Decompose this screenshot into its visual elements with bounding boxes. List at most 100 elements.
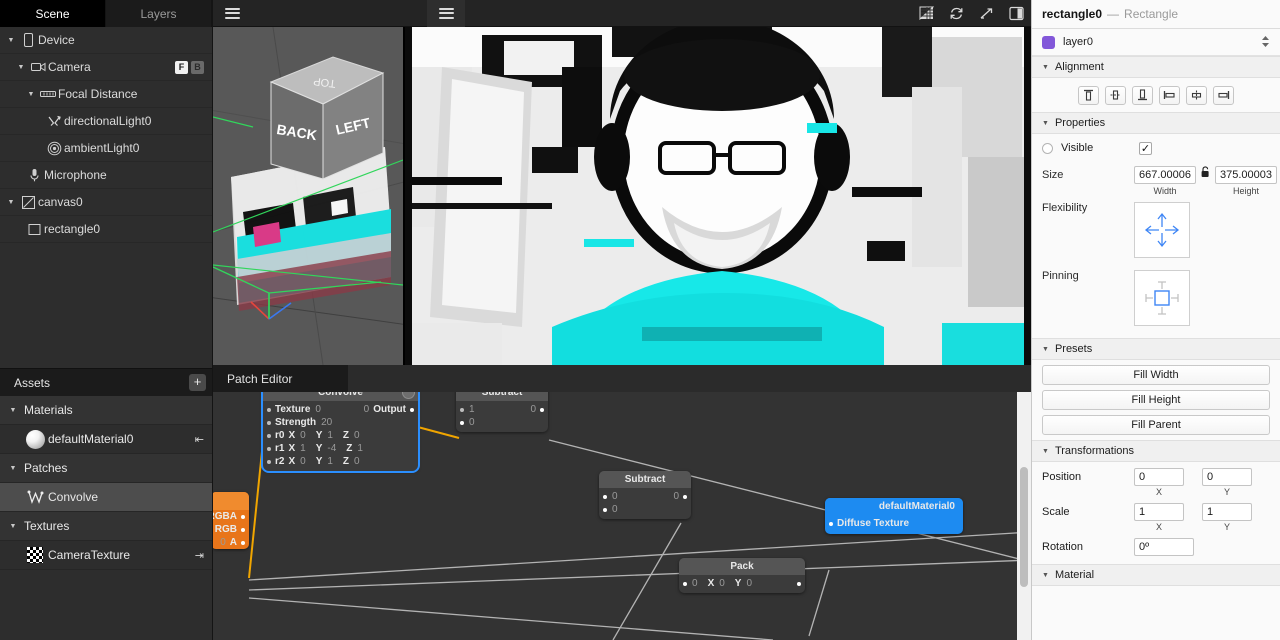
twisty-icon[interactable]: ▼ <box>14 64 28 71</box>
align-right-button[interactable] <box>1213 85 1234 105</box>
unlocked-icon[interactable] <box>1201 166 1210 184</box>
port-dot[interactable] <box>460 407 464 412</box>
twisty-icon[interactable]: ▼ <box>6 407 20 414</box>
pinning-widget[interactable] <box>1134 270 1190 326</box>
chevron-down-icon[interactable]: ▼ <box>1042 120 1049 127</box>
port-dot[interactable] <box>603 507 607 512</box>
node-row-xy[interactable]: 0 X 0 Y 0 <box>679 577 805 590</box>
node-input-diffuse-texture[interactable]: Diffuse Texture <box>825 517 963 530</box>
convolve-badge-icon[interactable] <box>402 392 415 399</box>
camera-back-badge[interactable]: B <box>191 60 204 74</box>
align-middle-vertical-button[interactable] <box>1105 85 1126 105</box>
texture-link-icon[interactable]: ⇥ <box>195 549 204 562</box>
width-field[interactable]: 667.00006 <box>1134 166 1196 184</box>
patch-node-camera-texture[interactable]: RGBA RGB 0 A <box>213 492 249 549</box>
output-port-dot[interactable] <box>683 494 687 499</box>
port-dot[interactable] <box>241 540 245 545</box>
port-dot[interactable] <box>829 521 833 526</box>
port-dot[interactable] <box>267 433 271 438</box>
node-input-2[interactable]: 0 <box>599 503 691 516</box>
asset-row-convolve[interactable]: Convolve <box>0 483 212 512</box>
camera-front-badge[interactable]: F <box>175 60 188 74</box>
port-dot[interactable] <box>267 459 271 464</box>
tree-row-camera[interactable]: ▼ Camera F B <box>0 54 212 81</box>
port-dot[interactable] <box>267 420 271 425</box>
twisty-icon[interactable]: ▼ <box>4 37 18 44</box>
node-input-2[interactable]: 0 <box>456 416 548 429</box>
send-to-device-icon[interactable] <box>971 0 1001 27</box>
node-input-r2[interactable]: r2 X 0 Y 1 Z 0 <box>263 455 418 468</box>
port-dot[interactable] <box>241 514 245 519</box>
output-port-dot[interactable] <box>540 407 544 412</box>
port-dot[interactable] <box>683 581 687 586</box>
position-y-field[interactable]: 0 <box>1202 468 1252 486</box>
node-port-alpha[interactable]: 0 A <box>213 536 249 549</box>
tree-row-canvas0[interactable]: ▼ canvas0 <box>0 189 212 216</box>
asset-group-textures[interactable]: ▼ Textures <box>0 512 212 541</box>
visible-checkbox[interactable]: ✓ <box>1139 141 1152 155</box>
camera-menu-button[interactable] <box>427 0 465 27</box>
visible-port[interactable] <box>1042 142 1053 154</box>
node-input-1[interactable]: 0 0 <box>599 490 691 503</box>
chevron-down-icon[interactable]: ▼ <box>1042 346 1049 353</box>
port-dot[interactable] <box>603 494 607 499</box>
layout-panel-icon[interactable] <box>1001 0 1031 27</box>
patch-editor-canvas[interactable]: RGBA RGB 0 A Convolve <box>213 392 1031 640</box>
patch-node-subtract-2[interactable]: Subtract 0 0 0 <box>599 471 691 519</box>
scale-y-field[interactable]: 1 <box>1202 503 1252 521</box>
camera-preview-viewport[interactable] <box>403 27 1031 365</box>
port-dot[interactable] <box>241 527 245 532</box>
port-dot[interactable] <box>460 420 464 425</box>
tree-row-device[interactable]: ▼ Device <box>0 27 212 54</box>
patch-node-convolve[interactable]: Convolve Texture 0 0 Output Strength 20 … <box>261 392 420 473</box>
section-header-properties[interactable]: ▼ Properties <box>1032 112 1280 134</box>
tab-layers[interactable]: Layers <box>106 0 212 27</box>
section-header-transformations[interactable]: ▼ Transformations <box>1032 440 1280 462</box>
section-header-presets[interactable]: ▼ Presets <box>1032 338 1280 360</box>
twisty-icon[interactable]: ▼ <box>4 199 18 206</box>
add-asset-button[interactable]: + <box>189 374 206 391</box>
section-header-alignment[interactable]: ▼ Alignment <box>1032 56 1280 78</box>
port-dot[interactable] <box>267 446 271 451</box>
align-top-button[interactable] <box>1078 85 1099 105</box>
output-port-dot[interactable] <box>410 407 414 412</box>
fill-width-button[interactable]: Fill Width <box>1042 365 1270 385</box>
patch-editor-scrollbar-track[interactable] <box>1017 392 1031 640</box>
twisty-icon[interactable]: ▼ <box>6 523 20 530</box>
grid-mask-icon[interactable] <box>911 0 941 27</box>
patch-node-subtract-1[interactable]: Subtract 1 0 0 <box>456 392 548 432</box>
chevron-down-icon[interactable]: ▼ <box>1042 572 1049 579</box>
height-field[interactable]: 375.00003 <box>1215 166 1277 184</box>
tree-row-focal-distance[interactable]: ▼ Focal Distance <box>0 81 212 108</box>
twisty-icon[interactable]: ▼ <box>24 91 38 98</box>
asset-row-defaultmaterial0[interactable]: defaultMaterial0 ⇤ <box>0 425 212 454</box>
refresh-icon[interactable] <box>941 0 971 27</box>
twisty-icon[interactable]: ▼ <box>6 465 20 472</box>
patch-node-pack[interactable]: Pack 0 X 0 Y 0 <box>679 558 805 593</box>
node-input-1[interactable]: 1 0 <box>456 403 548 416</box>
asset-group-patches[interactable]: ▼ Patches <box>0 454 212 483</box>
fill-parent-button[interactable]: Fill Parent <box>1042 415 1270 435</box>
tree-row-microphone[interactable]: Microphone <box>0 162 212 189</box>
rotation-field[interactable]: 0º <box>1134 538 1194 556</box>
layer-selector[interactable]: layer0 <box>1032 29 1280 56</box>
patch-editor-scrollbar-thumb[interactable] <box>1020 467 1028 587</box>
asset-row-cameratexture[interactable]: CameraTexture ⇥ <box>0 541 212 570</box>
port-dot[interactable] <box>267 407 271 412</box>
node-port-rgb[interactable]: RGB <box>213 523 249 536</box>
node-input-r1[interactable]: r1 X 1 Y -4 Z 1 <box>263 442 418 455</box>
node-port-rgba[interactable]: RGBA <box>213 510 249 523</box>
chevron-updown-icon[interactable] <box>1261 35 1270 50</box>
section-header-material[interactable]: ▼ Material <box>1032 564 1280 586</box>
scene-viewport-3d[interactable]: TOP BACK LEFT <box>213 27 403 365</box>
tab-scene[interactable]: Scene <box>0 0 106 27</box>
flexibility-widget[interactable] <box>1134 202 1190 258</box>
align-left-button[interactable] <box>1159 85 1180 105</box>
chevron-down-icon[interactable]: ▼ <box>1042 448 1049 455</box>
tree-row-rectangle0[interactable]: rectangle0 <box>0 216 212 243</box>
patch-node-default-material[interactable]: defaultMaterial0 Diffuse Texture <box>825 498 963 534</box>
node-input-texture[interactable]: Texture 0 0 Output <box>263 403 418 416</box>
asset-group-materials[interactable]: ▼ Materials <box>0 396 212 425</box>
tab-patch-editor[interactable]: Patch Editor <box>213 365 348 392</box>
position-x-field[interactable]: 0 <box>1134 468 1184 486</box>
